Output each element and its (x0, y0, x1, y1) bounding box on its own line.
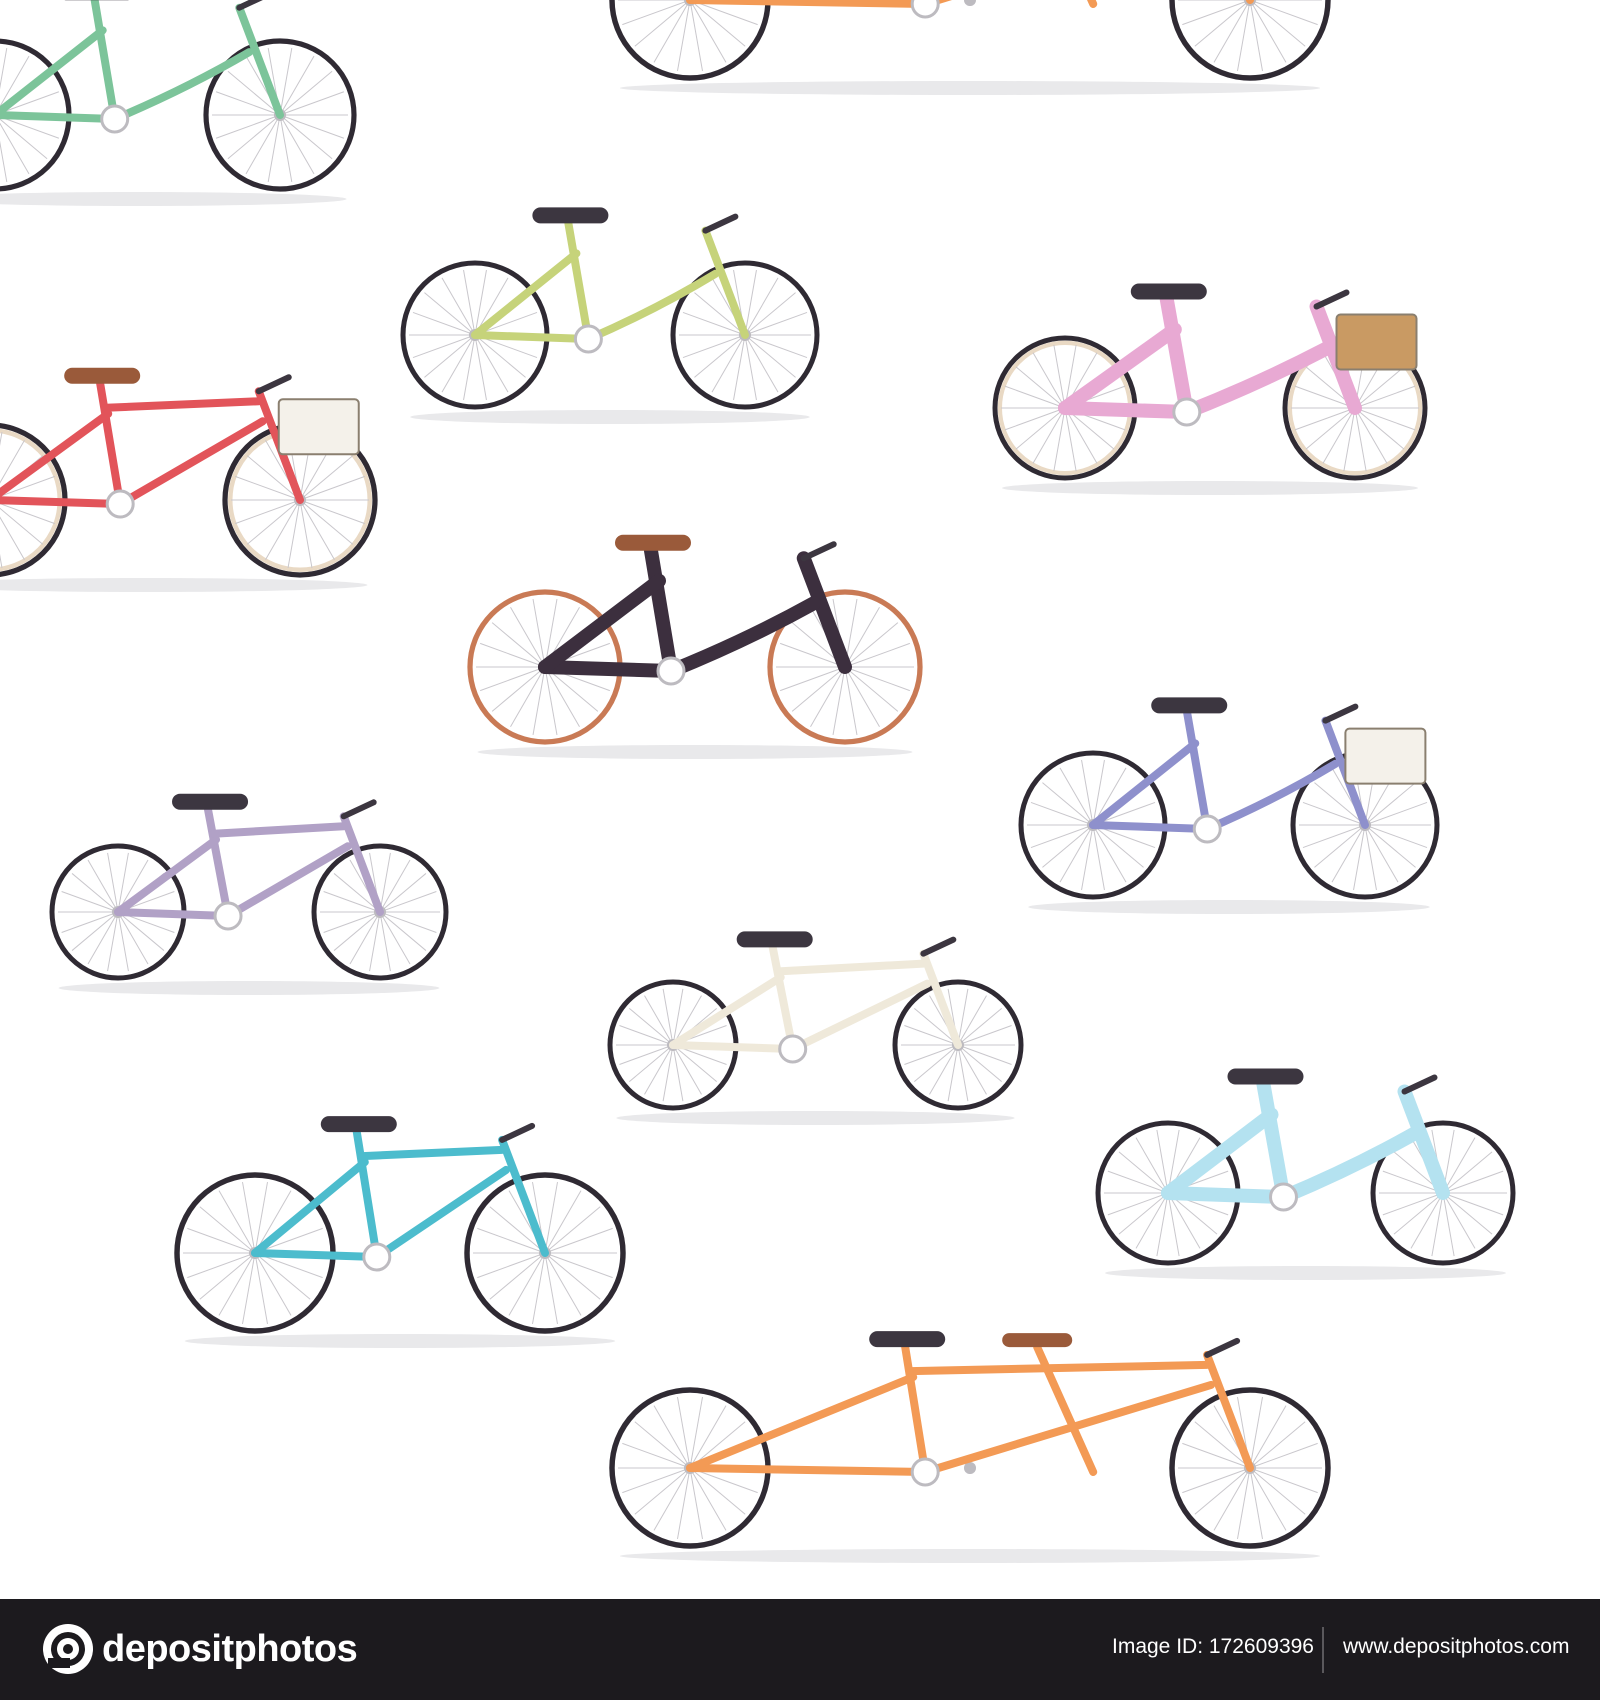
bicycle-black-cruiser (467, 534, 923, 759)
bicycle-blue-city (1018, 697, 1440, 914)
bicycle-red-city (0, 367, 378, 592)
bicycle-teal-road (174, 1116, 626, 1348)
bicycles-illustration (0, 0, 1516, 1563)
depositphotos-logo[interactable]: depositphotos (40, 1621, 358, 1677)
bicycle-pattern (0, 0, 1600, 1599)
footer-bar: depositphotos Image ID: 172609396 www.de… (0, 1599, 1600, 1700)
bicycle-lilac-folding (49, 793, 449, 995)
bicycle-pink-cruiser (992, 283, 1428, 495)
bicycle-yellow-green (400, 207, 820, 424)
brand-name: depositphotos (102, 1627, 358, 1670)
bicycle-orange-tandem-bottom (609, 1331, 1331, 1563)
bicycle-cream-folding (607, 931, 1024, 1125)
site-url-link[interactable]: www.depositphotos.com (1343, 1635, 1569, 1659)
bicycle-green-top-left (0, 0, 357, 206)
bicycle-light-blue-cruiser (1095, 1068, 1516, 1280)
footer-divider (1322, 1627, 1324, 1673)
camera-logo-icon (43, 1624, 93, 1674)
bicycle-orange-tandem-top (609, 0, 1331, 95)
image-id-label: Image ID: 172609396 (1112, 1635, 1314, 1658)
